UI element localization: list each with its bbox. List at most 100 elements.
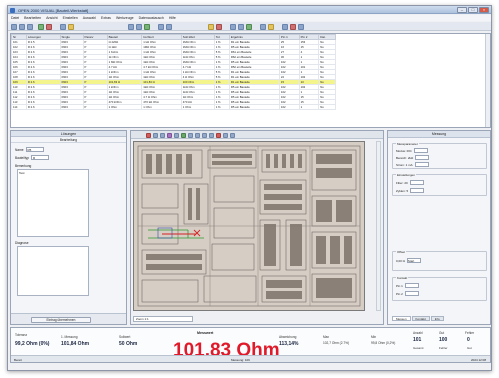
- diagnosis-row: Diagnose: [15, 241, 28, 245]
- window-icon[interactable]: [298, 23, 304, 30]
- pin2-label: Pin 2: [396, 291, 403, 296]
- close-button[interactable]: ×: [479, 7, 489, 13]
- info-icon[interactable]: [260, 23, 266, 30]
- new-icon[interactable]: [11, 23, 17, 30]
- mode-select[interactable]: [413, 148, 428, 153]
- layer-toggle-icon[interactable]: [195, 132, 200, 138]
- pcb-layout-canvas[interactable]: [133, 141, 365, 311]
- tab-info[interactable]: Info: [430, 316, 444, 321]
- zoom-out-icon[interactable]: [160, 132, 165, 138]
- min-label: Min: [371, 335, 377, 339]
- list-icon[interactable]: [128, 23, 134, 30]
- menu-item-extras[interactable]: Extras: [101, 16, 111, 20]
- range-text: Bereich: 2kΩ: [396, 155, 414, 160]
- counter-total-label: Anzahl: [413, 331, 423, 335]
- warning-icon[interactable]: [208, 23, 214, 30]
- start-icon[interactable]: [38, 23, 44, 30]
- grid-scrollbar[interactable]: [485, 34, 490, 127]
- probe-icon[interactable]: [146, 132, 151, 138]
- contact-label: Kontakt: [396, 276, 409, 280]
- print-cad-icon[interactable]: [230, 132, 235, 138]
- save-icon[interactable]: [27, 23, 33, 30]
- open-icon[interactable]: [19, 23, 25, 30]
- menu-item-auswahl[interactable]: Auswahl: [83, 16, 96, 20]
- minimize-button[interactable]: –: [457, 7, 467, 13]
- measure-icon[interactable]: [68, 23, 74, 30]
- diagnosis-textarea[interactable]: [17, 246, 89, 296]
- stop-icon[interactable]: [46, 23, 52, 30]
- type-label: Bauteiltyp: [15, 155, 29, 160]
- menu-bar: Datei Bearbeiten Ansicht Einstellen Ausw…: [8, 15, 491, 21]
- zoom-in-icon[interactable]: [153, 132, 158, 138]
- name-field[interactable]: R5: [25, 147, 44, 152]
- print-icon[interactable]: [158, 23, 164, 30]
- marker-icon[interactable]: [290, 23, 296, 30]
- cycles-input[interactable]: [410, 188, 425, 193]
- title-bar: OPEN 2000 VISUAL [Bauteil-Werkstatt] – □…: [8, 6, 491, 14]
- pin1-input[interactable]: [404, 283, 419, 288]
- filter-row: Filter: 20: [396, 180, 424, 185]
- counter-error-value: 0: [467, 337, 470, 343]
- fit-icon[interactable]: [188, 132, 193, 138]
- rotate-icon[interactable]: [209, 132, 214, 138]
- apply-entry-button[interactable]: Eintrag übernehmen: [31, 317, 91, 323]
- menu-item-werkzeuge[interactable]: Werkzeuge: [116, 16, 134, 20]
- check-icon[interactable]: [144, 23, 150, 30]
- menu-item-datenaustausch[interactable]: Datenaustausch: [139, 16, 164, 20]
- deviation-label: Abweichung: [279, 335, 297, 339]
- table-cell: 1: [298, 104, 320, 110]
- results-grid: Nr Lösungen Single Passiv Bauteil Ist-Wert Sol…: [10, 33, 491, 128]
- tab-messen[interactable]: Messen: [392, 316, 411, 321]
- mirror-icon[interactable]: [202, 132, 207, 138]
- max-value: 102,7 Ohm (2.7%): [323, 341, 350, 345]
- mode-row: Modus: R/C: [396, 148, 428, 153]
- refresh-icon[interactable]: [246, 23, 252, 30]
- offset-start-button[interactable]: Start: [406, 258, 421, 263]
- mode-text: Modus: R/C: [396, 148, 412, 153]
- tab-kontakt[interactable]: Kontakt: [411, 316, 430, 321]
- current-select[interactable]: [414, 162, 429, 167]
- results-table: Nr Lösungen Single Passiv Bauteil Ist-Wert Sol…: [11, 34, 336, 110]
- table-row[interactable]: 114 R 2.6 0603 P 1 Ohm 1 Ohm 1 Ohm 1 % R5 ein Ba…: [11, 104, 336, 110]
- table-cell: 1 Ohm: [180, 104, 215, 110]
- net-icon[interactable]: [181, 132, 186, 138]
- error-sub-label: Fehler: [439, 346, 448, 350]
- marker-cad-icon[interactable]: [216, 132, 221, 138]
- zoom-icon[interactable]: [60, 23, 66, 30]
- type-row: Bauteiltyp R: [15, 155, 49, 160]
- counter-good-value: 100: [439, 337, 448, 343]
- help-icon[interactable]: [268, 23, 274, 30]
- table-cell: No: [318, 104, 336, 110]
- table-cell: 1 %: [213, 104, 230, 110]
- cad-scrollbar[interactable]: [376, 141, 381, 311]
- delete-icon[interactable]: [216, 23, 222, 30]
- current-text: Strom: 1 mA: [396, 162, 413, 167]
- settings-icon[interactable]: [230, 23, 236, 30]
- pan-icon[interactable]: [174, 132, 179, 138]
- first-measure-value: 101,84 Ohm: [61, 341, 90, 347]
- maximize-button[interactable]: □: [468, 7, 478, 13]
- highlight-icon[interactable]: [167, 132, 172, 138]
- type-field[interactable]: R: [31, 155, 49, 160]
- filter-icon[interactable]: [238, 23, 244, 30]
- measure-cad-icon[interactable]: [223, 132, 228, 138]
- status-bar: Bereit Messung: 109 2024 12:08: [11, 355, 490, 362]
- offset-value: 0,00 Ω: [396, 258, 405, 263]
- notes-row: Bemerkung: [15, 164, 31, 168]
- contact-group: Kontakt Pin 1 Pin 2: [392, 276, 487, 301]
- pin2-input[interactable]: [404, 291, 419, 296]
- first-measure-label: 1. Messung: [61, 335, 78, 339]
- layer-icon[interactable]: [282, 23, 288, 30]
- filter-input[interactable]: [409, 180, 424, 185]
- menu-item-einstellen[interactable]: Einstellen: [63, 16, 78, 20]
- range-select[interactable]: [415, 155, 430, 160]
- grid-icon[interactable]: [136, 23, 142, 30]
- menu-item-hilfe[interactable]: Hilfe: [169, 16, 176, 20]
- notes-textarea[interactable]: Test: [17, 169, 89, 237]
- app-icon: [10, 7, 15, 13]
- menu-item-bearbeiten[interactable]: Bearbeiten: [24, 16, 41, 20]
- pcb-drawing: [134, 142, 364, 310]
- export-icon[interactable]: [166, 23, 172, 30]
- menu-item-datei[interactable]: Datei: [11, 16, 19, 20]
- menu-item-ansicht[interactable]: Ansicht: [46, 16, 57, 20]
